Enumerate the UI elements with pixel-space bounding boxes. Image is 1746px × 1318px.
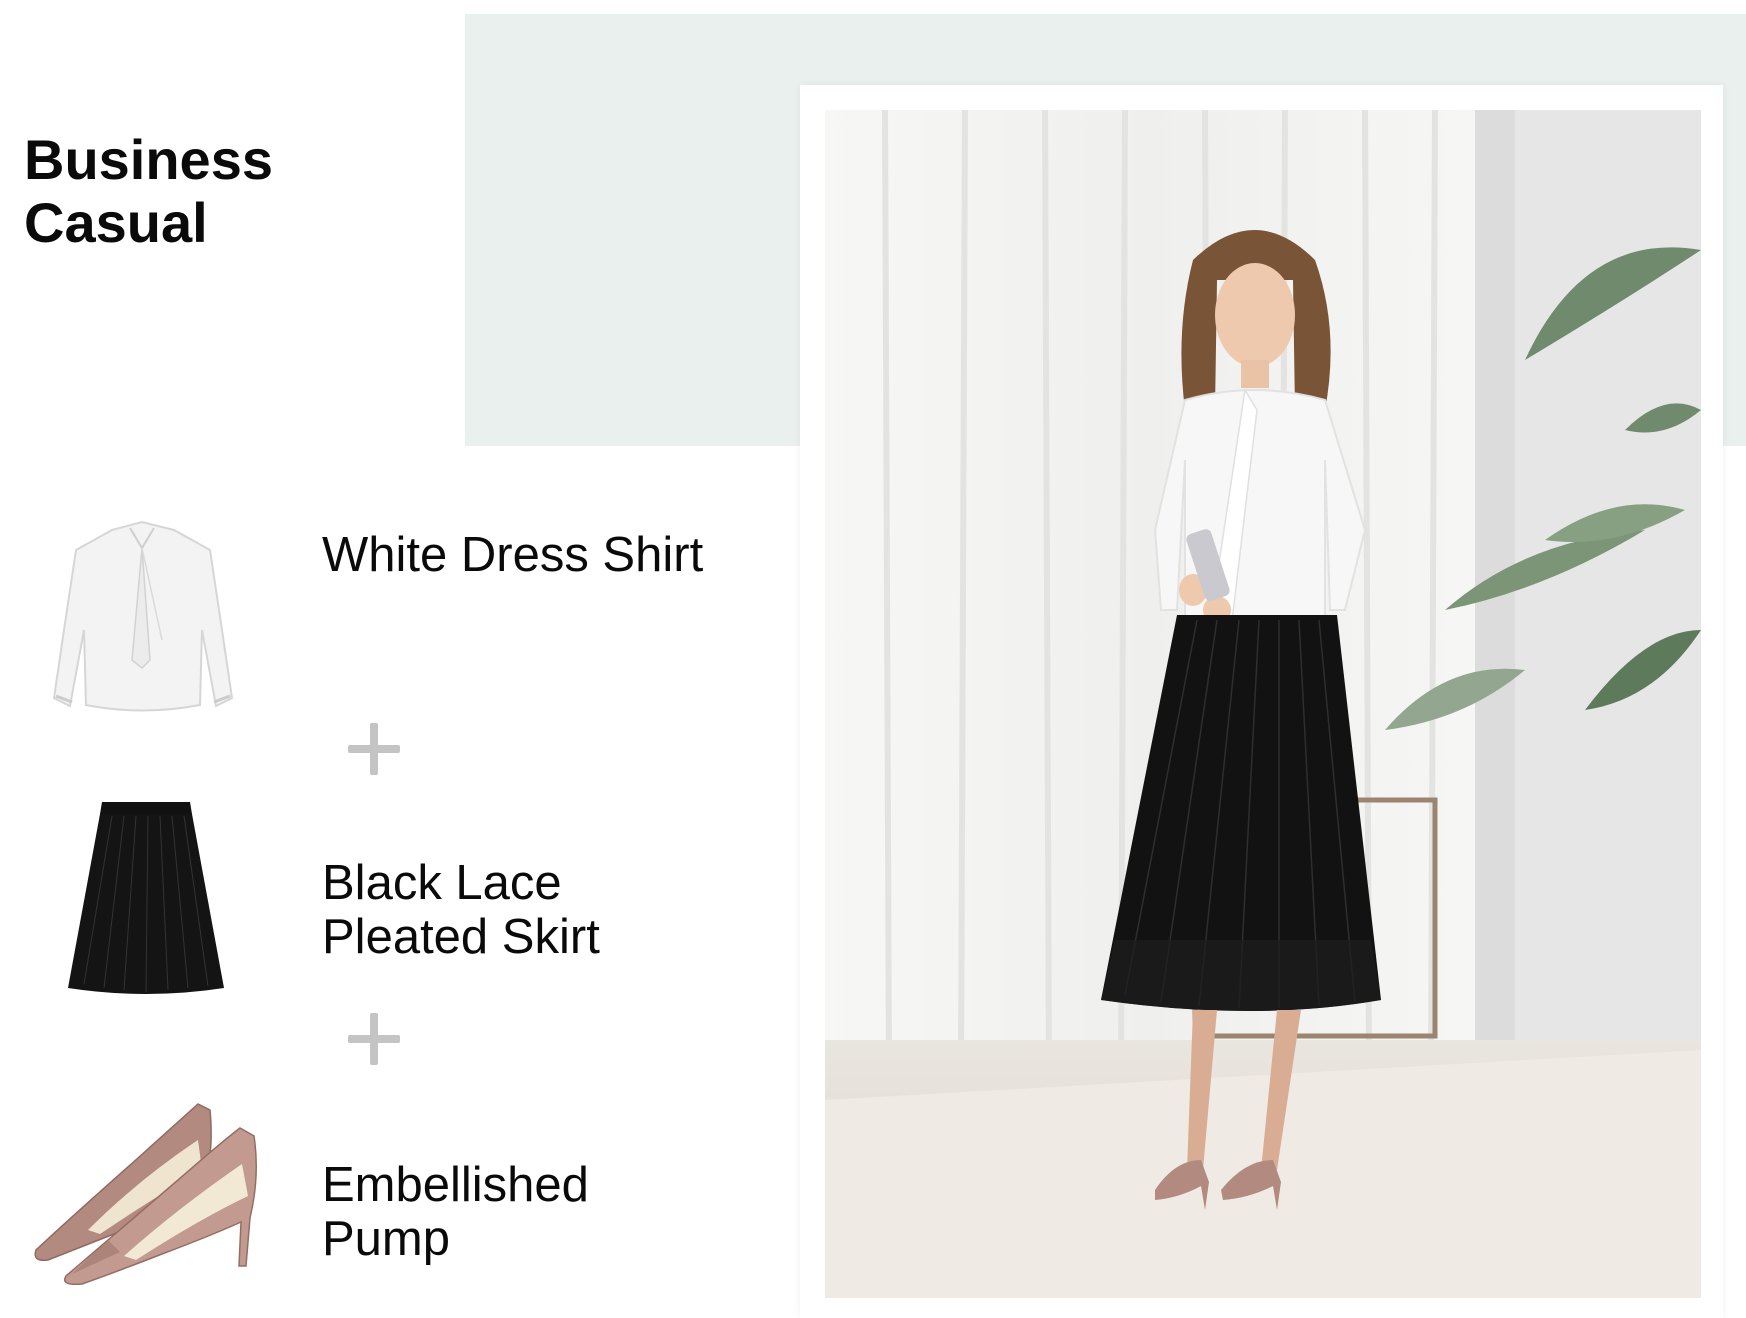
blouse-icon: [52, 520, 234, 712]
page-title: Business Casual: [24, 128, 273, 254]
plus-icon: [348, 1013, 400, 1065]
plus-icon: [348, 723, 400, 775]
black-lace-skirt-thumbnail[interactable]: [62, 798, 230, 998]
embellished-pump-thumbnail[interactable]: [28, 1100, 268, 1286]
item-label-line-1: Embellished: [322, 1158, 589, 1212]
page-title-line-1: Business: [24, 128, 273, 191]
page-title-line-2: Casual: [24, 191, 208, 254]
item-label-black-lace-skirt: Black Lace Pleated Skirt: [322, 856, 600, 964]
item-label-embellished-pump: Embellished Pump: [322, 1158, 589, 1266]
item-label-line-1: Black Lace: [322, 856, 562, 910]
item-label-line-2: Pleated Skirt: [322, 910, 600, 964]
item-label-line-1: White Dress Shirt: [322, 528, 704, 582]
model-outfit-photo[interactable]: [825, 110, 1701, 1298]
skirt-icon: [68, 802, 224, 994]
pump-shoes-icon: [34, 1103, 257, 1286]
outfit-illustration: [825, 110, 1701, 1298]
item-label-line-2: Pump: [322, 1212, 451, 1266]
item-label-white-dress-shirt: White Dress Shirt: [322, 528, 703, 582]
white-dress-shirt-thumbnail[interactable]: [50, 510, 235, 715]
